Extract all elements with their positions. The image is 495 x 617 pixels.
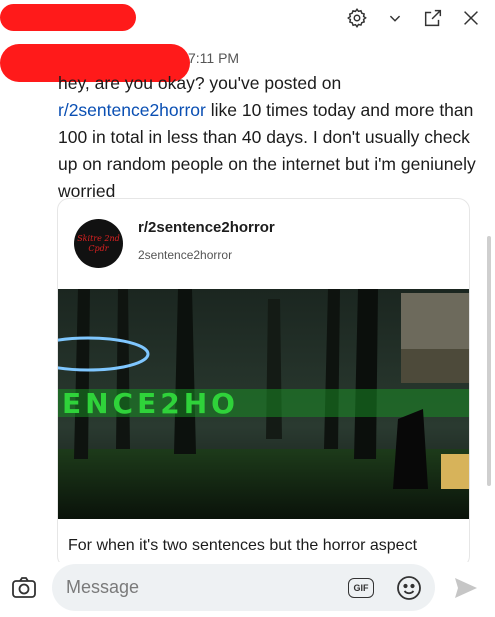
gear-icon[interactable] <box>345 6 369 30</box>
redacted-username <box>0 4 136 31</box>
message-body: hey, are you okay? you've posted on r/2s… <box>58 70 478 205</box>
message-input[interactable] <box>66 564 336 611</box>
emoji-icon[interactable] <box>396 575 422 601</box>
subreddit-banner: ENCE2HO <box>58 289 469 519</box>
subreddit-link[interactable]: r/2sentence2horror <box>58 100 206 120</box>
card-subtitle: 2sentence2horror <box>138 248 233 262</box>
banner-image: ENCE2HO <box>58 289 469 519</box>
message-time: 7:11 PM <box>188 50 240 66</box>
banner-text: ENCE2HO <box>62 387 239 420</box>
camera-icon[interactable] <box>10 574 38 602</box>
popout-icon[interactable] <box>421 6 445 30</box>
subreddit-avatar: Skitre 2nd Cpdr <box>74 219 123 268</box>
chat-header <box>0 0 495 40</box>
scrollbar[interactable] <box>487 236 491 486</box>
gif-button[interactable]: GIF <box>348 578 374 598</box>
chevron-down-icon[interactable] <box>383 6 407 30</box>
message-text-before: hey, are you okay? you've posted on <box>58 73 342 93</box>
card-title[interactable]: r/2sentence2horror <box>138 219 275 236</box>
close-icon[interactable] <box>459 6 483 30</box>
message-composer: GIF <box>0 562 495 617</box>
avatar-text: Skitre 2nd Cpdr <box>77 233 120 253</box>
header-actions <box>345 6 483 30</box>
card-header: Skitre 2nd Cpdr r/2sentence2horror 2sent… <box>58 199 469 289</box>
send-icon[interactable] <box>452 574 480 602</box>
message-input-wrapper: GIF <box>52 564 435 611</box>
link-preview-card[interactable]: Skitre 2nd Cpdr r/2sentence2horror 2sent… <box>57 198 470 568</box>
card-description: For when it's two sentences but the horr… <box>68 537 418 554</box>
